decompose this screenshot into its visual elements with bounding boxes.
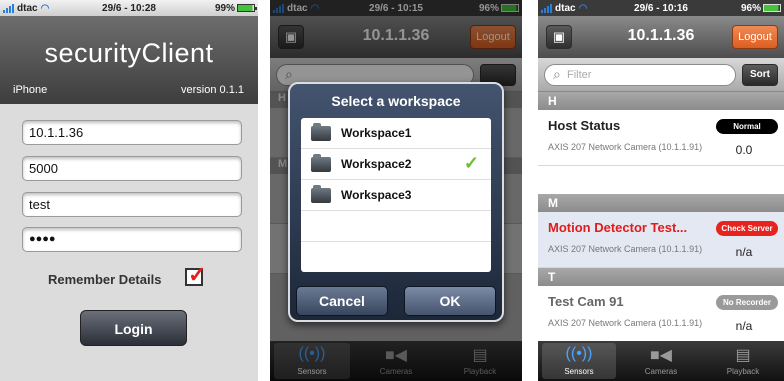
sensor-value: n/a [735,319,753,333]
workspace-name: Workspace2 [341,157,412,171]
status-bar: dtac ◠ 29/6 - 10:16 96% [538,0,784,16]
wifi-icon: ◠ [578,2,588,14]
carrier-name: dtac [555,2,576,14]
battery-percent: 99% [214,2,235,14]
video-camera-icon: ■◀ [650,347,672,364]
status-badge: Normal [716,119,778,134]
tab-playback[interactable]: ▤ Playback [702,341,784,381]
ok-button[interactable]: OK [404,286,496,316]
status-time: 29/6 - 10:16 [634,2,688,14]
sensor-value: 0.0 [735,143,753,157]
app-title: securityClient [44,38,214,68]
sensor-subtitle: AXIS 207 Network Camera (10.1.1.91) [548,142,703,152]
cancel-button[interactable]: Cancel [296,286,388,316]
host-field[interactable]: 10.1.1.36 [22,120,242,145]
sensor-title: Test Cam 91 [548,294,624,309]
login-button[interactable]: Login [80,310,187,346]
film-strip-icon: ▤ [735,347,751,364]
nav-bar: ▣ 10.1.1.36 Logout [538,16,784,58]
tab-label: Cameras [644,367,678,376]
section-header: T [538,268,784,286]
workspace-dialog: Select a workspace Workspace1 Workspace2… [288,82,504,322]
status-badge: No Recorder [716,295,778,310]
folder-icon [311,123,331,141]
battery-icon [237,4,257,12]
password-field[interactable]: ●●●● [22,227,242,252]
sort-button[interactable]: Sort [742,64,778,86]
sensor-subtitle: AXIS 207 Network Camera (10.1.1.91) [548,318,703,328]
sensor-row[interactable]: Test Cam 91 AXIS 207 Network Camera (10.… [538,286,784,342]
search-bar: ⌕ Filter Sort [538,58,784,92]
sensor-wave-icon: ((•)) [565,345,593,362]
empty-row [301,211,491,242]
wifi-icon: ◠ [40,2,50,14]
remember-details-checkbox[interactable]: ✓ [185,262,206,287]
status-badge: Check Server [716,221,778,236]
sensor-row[interactable]: Motion Detector Test... AXIS 207 Network… [538,212,784,268]
folder-icon [311,154,331,172]
sensor-title: Host Status [548,118,621,133]
status-time: 29/6 - 10:28 [102,2,156,14]
logout-button[interactable]: Logout [732,25,778,49]
version-label: version 0.1.1 [181,84,244,96]
signal-bars-icon [3,3,14,13]
tab-cameras[interactable]: ■◀ Cameras [620,341,702,381]
tab-bar: ((•)) Sensors ■◀ Cameras ▤ Playback [538,341,784,381]
tab-label: Sensors [564,367,594,376]
selected-check-icon: ✓ [463,153,479,173]
workspace-item[interactable]: Workspace2 ✓ [301,149,491,180]
search-icon: ⌕ [553,66,561,82]
signal-bars-icon [541,3,552,13]
battery-icon [763,4,783,12]
checkmark-icon: ✓ [188,262,207,287]
status-bar: dtac ◠ 29/6 - 10:28 99% [0,0,258,16]
battery-percent: 96% [740,2,761,14]
sensors-screen: dtac ◠ 29/6 - 10:16 96% ▣ 10.1.1.36 Logo… [538,0,784,381]
workspace-screen: dtac ◠ 29/6 - 10:15 96% ▣ 10.1.1.36 Logo… [270,0,522,381]
sensor-subtitle: AXIS 207 Network Camera (10.1.1.91) [548,244,703,254]
app-header: securityClient iPhone version 0.1.1 [0,16,258,104]
remember-details-label: Remember Details [48,272,162,287]
filter-placeholder: Filter [567,69,592,81]
workspace-item[interactable]: Workspace3 [301,180,491,211]
sensor-title: Motion Detector Test... [548,220,688,235]
section-header: M [538,194,784,212]
tab-sensors[interactable]: ((•)) Sensors [538,341,620,381]
workspace-name: Workspace1 [341,126,412,140]
device-label: iPhone [13,84,48,96]
workspace-name: Workspace3 [341,188,412,202]
carrier-name: dtac [17,2,38,14]
port-field[interactable]: 5000 [22,156,242,181]
filter-input[interactable]: ⌕ Filter [544,64,736,86]
sensor-value: n/a [735,245,753,259]
sensor-row[interactable]: Host Status AXIS 207 Network Camera (10.… [538,110,784,166]
dialog-title: Select a workspace [331,93,461,109]
login-screen: dtac ◠ 29/6 - 10:28 99% securityClient i… [0,0,258,381]
workspace-list: Workspace1 Workspace2 ✓ Workspace3 [301,118,491,272]
username-field[interactable]: test [22,192,242,217]
folder-icon [311,185,331,203]
section-header: H [538,92,784,110]
tab-label: Playback [726,367,760,376]
workspace-item[interactable]: Workspace1 [301,118,491,149]
